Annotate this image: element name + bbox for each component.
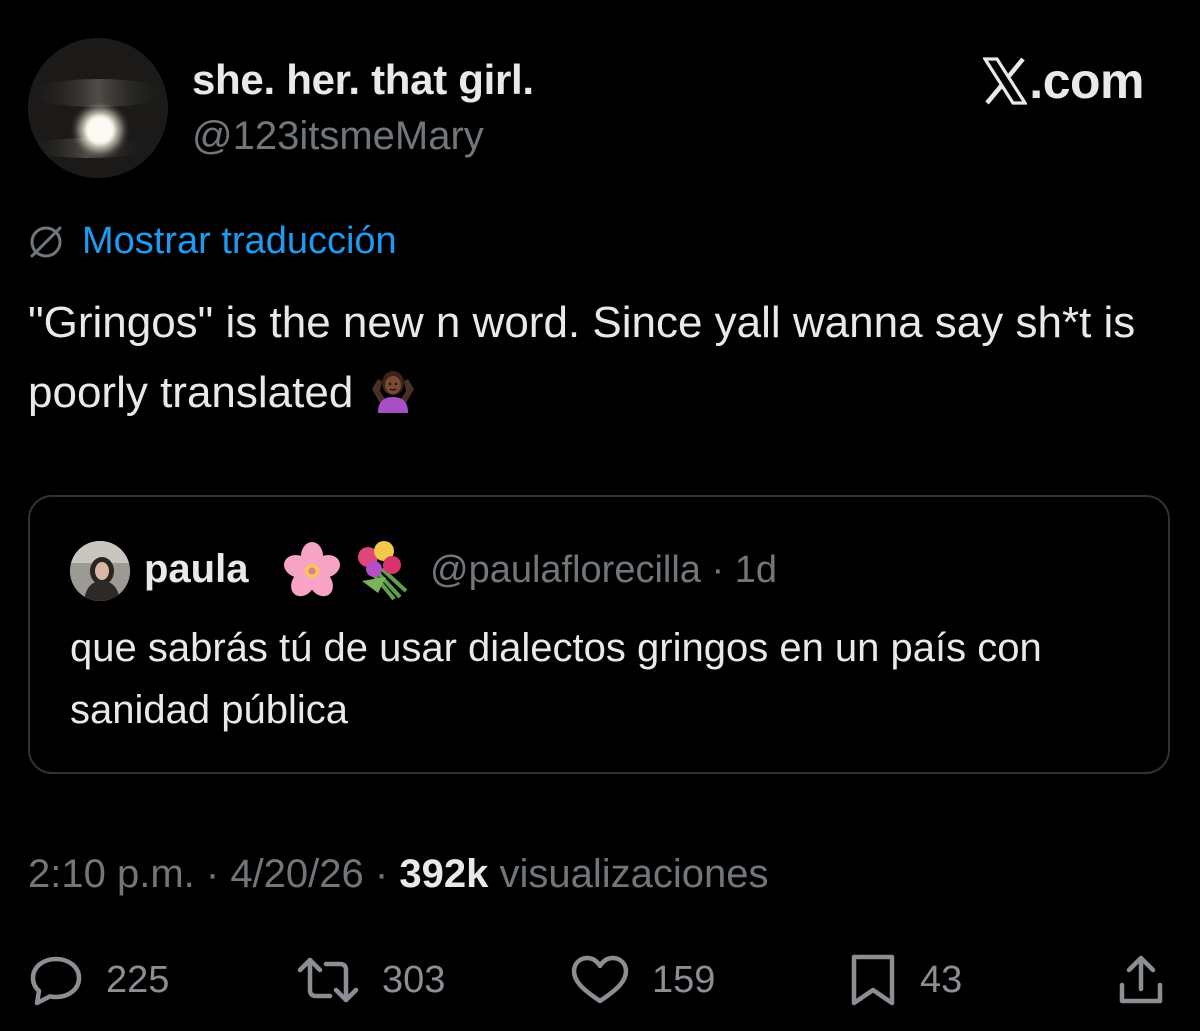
x-logo-icon — [983, 57, 1028, 105]
views-count: 392k — [399, 852, 489, 896]
meta-separator-2: · — [363, 852, 400, 896]
action-bar: 225 303 159 43 — [28, 950, 1172, 1010]
author-handle[interactable]: @123itsmeMary — [192, 114, 484, 159]
tweet-meta: 2:10 p.m. · 4/20/26 · 392k visualizacion… — [28, 852, 768, 897]
views-label: visualizaciones — [499, 852, 769, 896]
globe-icon — [30, 226, 62, 257]
like-count: 159 — [652, 958, 716, 1001]
author-display-name[interactable]: she. her. that girl. — [192, 56, 534, 104]
quoted-author-name[interactable]: paula — [144, 547, 248, 592]
quoted-tweet-text: que sabrás tú de usar dialectos gringos … — [70, 626, 1042, 732]
reply-button[interactable]: 225 — [28, 950, 169, 1010]
reply-count: 225 — [106, 958, 170, 1001]
cherry-blossom-emoji — [283, 542, 341, 597]
repost-count: 303 — [382, 958, 446, 1001]
bookmark-button[interactable]: 43 — [848, 950, 962, 1010]
brand-label: .com — [1029, 53, 1144, 109]
tweet-text-body: "Gringos" is the new n word. Since yall … — [28, 298, 1136, 417]
author-avatar[interactable] — [28, 38, 168, 178]
moon-avatar-image — [28, 38, 168, 178]
reply-icon — [30, 956, 82, 1006]
quoted-avatar-image — [70, 541, 130, 601]
show-translation-link[interactable]: Mostrar traducción — [82, 220, 397, 263]
brand-watermark: .com — [983, 52, 1144, 110]
person-shrugging-emoji — [371, 371, 414, 413]
quoted-author-avatar[interactable] — [70, 541, 130, 601]
quoted-tweet-card[interactable]: paula @paulaflorecilla · 1d que sabrás t… — [28, 495, 1170, 774]
tweet-date[interactable]: 4/20/26 — [230, 852, 363, 896]
quoted-meta: @paulaflorecilla · 1d — [430, 549, 777, 592]
tweet-text: "Gringos" is the new n word. Since yall … — [28, 288, 1168, 428]
quoted-age[interactable]: 1d — [735, 549, 777, 591]
share-icon — [1119, 955, 1163, 1004]
repost-button[interactable]: 303 — [296, 950, 445, 1010]
bouquet-emoji — [358, 541, 408, 601]
repost-icon — [297, 957, 359, 1003]
quoted-meta-separator: · — [700, 549, 735, 591]
tweet-time[interactable]: 2:10 p.m. — [28, 852, 195, 896]
share-button[interactable] — [1116, 950, 1166, 1010]
translate-row: Mostrar traducción — [28, 220, 397, 263]
meta-separator-1: · — [194, 852, 231, 896]
bookmark-count: 43 — [920, 958, 963, 1001]
like-button[interactable]: 159 — [570, 950, 715, 1010]
bookmark-icon — [851, 954, 895, 1006]
heart-icon — [571, 955, 629, 1004]
quoted-author-handle[interactable]: @paulaflorecilla — [430, 549, 701, 591]
